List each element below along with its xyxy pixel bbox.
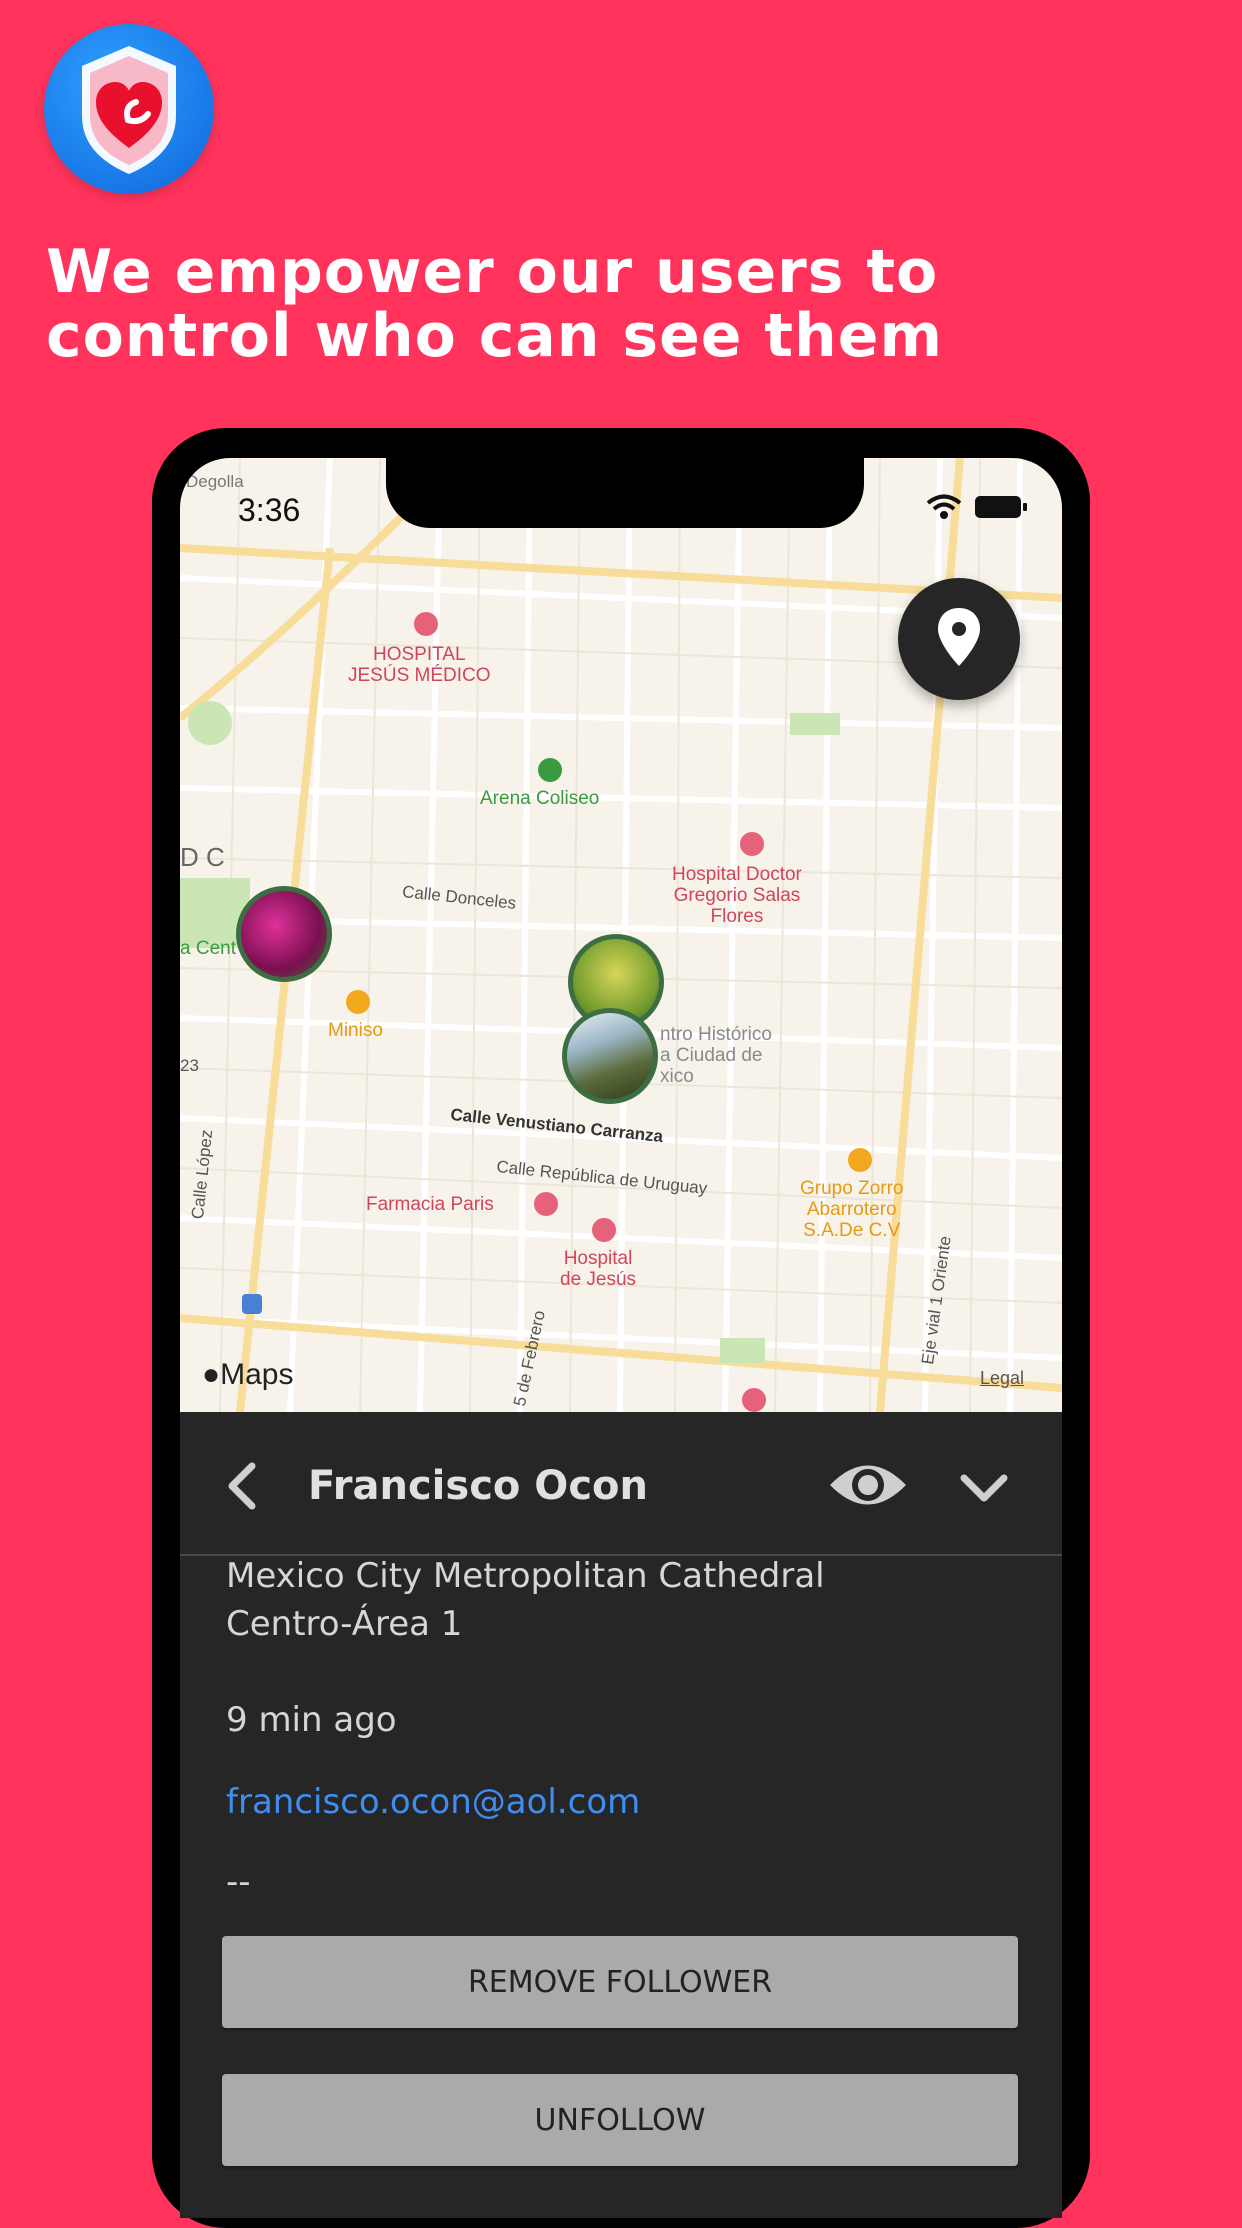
map-label-dc: D C [180, 842, 225, 872]
status-time: 3:36 [238, 492, 301, 528]
location-details: Mexico City Metropolitan Cathedral Centr… [226, 1552, 1026, 1648]
profile-header: Francisco Ocon [180, 1412, 1062, 1556]
hospital-doctor-pin-icon[interactable] [740, 832, 764, 856]
apple-maps-logo: ●Maps [202, 1358, 294, 1391]
collapse-button[interactable] [954, 1458, 1014, 1518]
transit-icon[interactable] [242, 1294, 262, 1314]
email-link[interactable]: francisco.ocon@aol.com [226, 1782, 640, 1822]
map-label-grupo-zorro: Grupo Zorro Abarrotero S.A.De C.V [800, 1178, 904, 1241]
headline-line-2: control who can see them [46, 301, 943, 371]
phone-notch [386, 458, 864, 528]
map-label-a-cent: a Cent [180, 938, 236, 959]
map-label-arena-coliseo: Arena Coliseo [480, 788, 600, 809]
sheet-bottom [180, 2188, 1062, 2218]
unfollow-button[interactable]: UNFOLLOW [222, 2074, 1018, 2166]
wifi-icon [926, 494, 962, 519]
last-seen-time: 9 min ago [226, 1700, 397, 1740]
shopping-cart-icon[interactable] [346, 990, 370, 1014]
location-pin-icon [938, 608, 980, 666]
hospital-pin-icon[interactable] [414, 612, 438, 636]
extra-info: -- [226, 1862, 251, 1902]
map-label-hospital-doctor: Hospital Doctor Gregorio Salas Flores [672, 864, 802, 927]
pharmacy-pin-icon[interactable] [534, 1192, 558, 1216]
back-button[interactable] [214, 1456, 274, 1516]
place-area: Centro-Área 1 [226, 1604, 463, 1644]
app-logo [44, 24, 214, 194]
shield-heart-icon [82, 46, 176, 174]
map-label-miniso: Miniso [328, 1020, 383, 1041]
place-name: Mexico City Metropolitan Cathedral [226, 1556, 825, 1596]
person-name: Francisco Ocon [308, 1463, 648, 1509]
apple-logo-icon: ● [202, 1358, 221, 1391]
chevron-left-icon [228, 1462, 256, 1510]
hospital-jesus-pin-icon[interactable] [592, 1218, 616, 1242]
battery-icon [975, 496, 1027, 518]
visibility-toggle[interactable] [826, 1454, 910, 1516]
promo-headline: We empower our users to control who can … [46, 240, 1146, 368]
user-photo-pin[interactable] [236, 886, 332, 982]
locate-me-button[interactable] [898, 578, 1020, 700]
status-icons [926, 494, 1028, 520]
map-view[interactable]: 3:36 HOSPITAL JESÚS MÉDICO Arena Coliseo… [180, 458, 1062, 1412]
hospital-bottom-pin-icon[interactable] [742, 1388, 766, 1412]
eye-icon [830, 1465, 906, 1505]
map-label-centro-historico: ntro Histórico a Ciudad de xico [660, 1024, 772, 1087]
user-photo-pin[interactable] [562, 1008, 658, 1104]
map-label-hospital-jesus: Hospital de Jesús [560, 1248, 637, 1290]
arena-pin-icon[interactable] [538, 758, 562, 782]
grocery-cart-icon[interactable] [848, 1148, 872, 1172]
remove-follower-button[interactable]: REMOVE FOLLOWER [222, 1936, 1018, 2028]
phone-screen: 3:36 HOSPITAL JESÚS MÉDICO Arena Coliseo… [180, 458, 1062, 2218]
map-label-23: 23 [180, 1056, 199, 1075]
chevron-down-icon [960, 1474, 1008, 1502]
map-label-hospital-jesus-medico: HOSPITAL JESÚS MÉDICO [348, 644, 491, 686]
map-label-farmacia-paris: Farmacia Paris [366, 1194, 494, 1215]
headline-line-1: We empower our users to [46, 237, 939, 307]
map-label-degolla: Degolla [186, 472, 244, 491]
map-legal-link[interactable]: Legal [980, 1368, 1024, 1389]
